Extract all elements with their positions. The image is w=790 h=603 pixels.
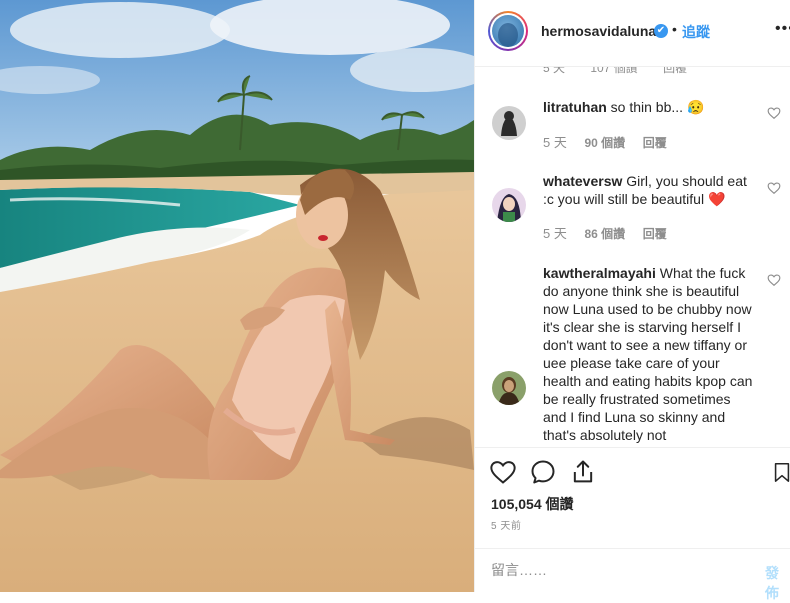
post-header: hermosavidaluna ✔ • 追蹤 ••• (475, 0, 790, 67)
post-image (0, 0, 474, 592)
comment-likes[interactable]: 90 個讚 (584, 136, 625, 150)
comment-text: kawtheralmayahi What the fuck do anyone … (543, 264, 757, 444)
view-count[interactable]: 105,054 個讚 (491, 494, 574, 514)
comment-bubble-icon[interactable] (529, 458, 557, 486)
author-username[interactable]: hermosavidaluna (541, 23, 656, 39)
post-timestamp[interactable]: 5 天前 (491, 517, 521, 532)
comment-item: kawtheralmayahi What the fuck do anyone … (475, 259, 790, 447)
comment-body: so thin bb... 😥 (610, 99, 705, 115)
comment-username[interactable]: litratuhan (543, 99, 607, 115)
share-icon[interactable] (569, 458, 597, 486)
post-comment-button[interactable]: 發佈 (765, 563, 790, 603)
commenter-avatar[interactable] (492, 106, 526, 140)
commenter-avatar[interactable] (492, 371, 526, 405)
comment-text: litratuhan so thin bb... 😥 (543, 98, 757, 116)
author-avatar[interactable] (488, 11, 528, 51)
commenter-avatar[interactable] (492, 188, 526, 222)
comment-username[interactable]: kawtheralmayahi (543, 265, 656, 281)
comment-text: whateversw Girl, you should eat :c you w… (543, 172, 757, 208)
more-options-icon[interactable]: ••• (775, 20, 790, 38)
comment-likes[interactable]: 86 個讚 (584, 227, 625, 241)
like-comment-heart-icon[interactable] (767, 273, 781, 287)
post-photo[interactable] (0, 0, 474, 592)
comment-input[interactable] (491, 562, 731, 578)
reply-button[interactable]: 回覆 (643, 136, 667, 150)
comment-meta: 5 天 90 個讚 回覆 (543, 135, 667, 150)
author-avatar-image (492, 15, 524, 47)
comment-item: litratuhan so thin bb... 😥 5 天 90 個讚 回覆 (475, 92, 790, 162)
post-sidebar: hermosavidaluna ✔ • 追蹤 ••• 5 天 107 個讚 回覆… (474, 0, 790, 601)
like-comment-heart-icon[interactable] (767, 181, 781, 195)
comments-list[interactable]: 5 天 107 個讚 回覆 litratuhan so thin bb... 😥 (475, 66, 790, 447)
post-actions: 105,054 個讚 5 天前 發佈 (475, 447, 790, 601)
comment-username[interactable]: whateversw (543, 173, 622, 189)
separator-dot: • (672, 21, 677, 37)
add-comment-bar: 發佈 (475, 548, 790, 601)
follow-button[interactable]: 追蹤 (682, 22, 710, 42)
comment-body: What the fuck do anyone think she is bea… (543, 265, 753, 443)
comment-item: whateversw Girl, you should eat :c you w… (475, 167, 790, 257)
like-heart-icon[interactable] (489, 458, 517, 486)
comment-meta-clipped: 5 天 107 個讚 回覆 (543, 66, 688, 75)
reply-button[interactable]: 回覆 (643, 227, 667, 241)
save-bookmark-icon[interactable] (771, 458, 790, 486)
like-comment-heart-icon[interactable] (767, 106, 781, 120)
verified-badge-icon: ✔ (654, 24, 668, 38)
comment-meta: 5 天 86 個讚 回覆 (543, 226, 667, 241)
